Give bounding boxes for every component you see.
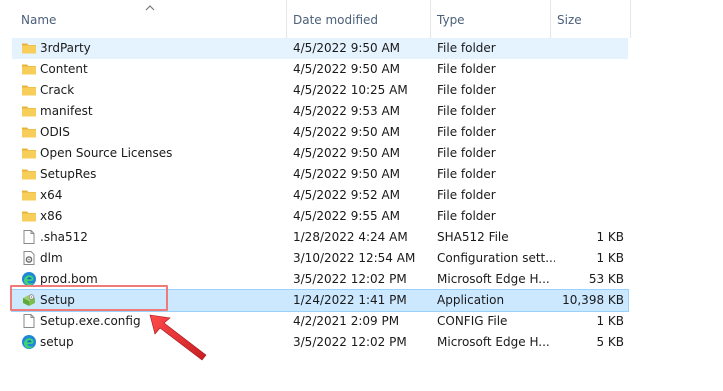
column-header-size[interactable]: Size (557, 13, 582, 27)
file-type: File folder (437, 209, 496, 223)
file-date-modified: 4/5/2022 9:50 AM (293, 125, 401, 139)
file-size (552, 206, 624, 227)
column-header-date-modified[interactable]: Date modified (293, 13, 378, 27)
column-header-bar: Name Date modified Type Size (0, 0, 723, 38)
file-type: File folder (437, 83, 496, 97)
file-name: x86 (40, 209, 63, 223)
file-size: 1 KB (596, 314, 624, 328)
file-size: 10,398 KB (562, 293, 624, 307)
file-type: Configuration sett... (437, 251, 555, 265)
file-row[interactable]: SetupRes 4/5/2022 9:50 AM File folder (12, 164, 628, 185)
annotation-arrow-icon (149, 314, 207, 361)
file-row[interactable]: .sha512 1/28/2022 4:24 AM SHA512 File 1 KB (12, 227, 628, 248)
file-date-modified: 4/5/2022 9:53 AM (293, 104, 401, 118)
file-name: x64 (40, 188, 63, 202)
folder-icon (21, 40, 37, 56)
file-name: dlm (40, 251, 63, 265)
file-size: 1 KB (596, 230, 624, 244)
file-name: Open Source Licenses (40, 146, 173, 160)
file-date-modified: 4/5/2022 10:25 AM (293, 83, 408, 97)
file-date-modified: 4/5/2022 9:50 AM (293, 62, 401, 76)
file-name: SetupRes (40, 167, 97, 181)
file-row[interactable]: x64 4/5/2022 9:52 AM File folder (12, 185, 628, 206)
file-name: .sha512 (40, 230, 88, 244)
file-type: File folder (437, 125, 496, 139)
file-row[interactable]: dlm 3/10/2022 12:54 AM Configuration sett.… (12, 248, 628, 269)
column-header-type[interactable]: Type (437, 13, 465, 27)
file-size (552, 101, 624, 122)
file-size (552, 38, 624, 59)
file-name: Content (40, 62, 88, 76)
file-type: Microsoft Edge H... (437, 272, 550, 286)
file-size (552, 185, 624, 206)
folder-icon (21, 103, 37, 119)
file-date-modified: 1/28/2022 4:24 AM (293, 230, 408, 244)
file-row[interactable]: Content 4/5/2022 9:50 AM File folder (12, 59, 628, 80)
file-date-modified: 3/5/2022 12:02 PM (293, 272, 407, 286)
file-size (552, 164, 624, 185)
file-date-modified: 4/5/2022 9:50 AM (293, 167, 401, 181)
file-date-modified: 4/5/2022 9:50 AM (293, 146, 401, 160)
file-date-modified: 3/5/2022 12:02 PM (293, 335, 407, 349)
column-divider[interactable] (550, 0, 551, 38)
folder-icon (21, 187, 37, 203)
file-row[interactable]: x86 4/5/2022 9:55 AM File folder (12, 206, 628, 227)
file-size: 1 KB (596, 251, 624, 265)
file-type: SHA512 File (437, 230, 509, 244)
file-row[interactable]: manifest 4/5/2022 9:53 AM File folder (12, 101, 628, 122)
file-row[interactable]: Crack 4/5/2022 10:25 AM File folder (12, 80, 628, 101)
column-header-name[interactable]: Name (21, 13, 56, 27)
file-date-modified: 1/24/2022 1:41 PM (293, 293, 407, 307)
file-size (552, 122, 624, 143)
column-divider[interactable] (630, 0, 631, 38)
file-row[interactable]: ODIS 4/5/2022 9:50 AM File folder (12, 122, 628, 143)
file-type: File folder (437, 146, 496, 160)
file-name: Crack (40, 83, 75, 97)
file-name: manifest (40, 104, 93, 118)
file-type: File folder (437, 188, 496, 202)
file-size: 5 KB (596, 335, 624, 349)
column-divider[interactable] (430, 0, 431, 38)
file-size (552, 59, 624, 80)
file-row[interactable]: 3rdParty 4/5/2022 9:50 AM File folder (12, 38, 628, 59)
file-type: File folder (437, 104, 496, 118)
config-file-icon (21, 250, 37, 266)
file-date-modified: 4/5/2022 9:52 AM (293, 188, 401, 202)
file-date-modified: 4/5/2022 9:50 AM (293, 41, 401, 55)
file-type: File folder (437, 167, 496, 181)
file-row[interactable]: setup 3/5/2022 12:02 PM Microsoft Edge H..… (12, 332, 628, 353)
file-date-modified: 3/10/2022 12:54 AM (293, 251, 416, 265)
document-icon (21, 313, 37, 329)
file-type: File folder (437, 41, 496, 55)
file-size: 53 KB (588, 272, 624, 286)
file-size (552, 143, 624, 164)
folder-icon (21, 124, 37, 140)
file-name: ODIS (40, 125, 70, 139)
folder-icon (21, 82, 37, 98)
folder-icon (21, 145, 37, 161)
file-type: Application (437, 293, 505, 307)
file-type: CONFIG File (437, 314, 508, 328)
file-size (552, 80, 624, 101)
file-date-modified: 4/2/2021 2:09 PM (293, 314, 400, 328)
document-icon (21, 229, 37, 245)
edge-icon (21, 334, 37, 350)
file-name: 3rdParty (40, 41, 91, 55)
column-divider[interactable] (286, 0, 287, 38)
file-row[interactable]: Setup.exe.config 4/2/2021 2:09 PM CONFIG F… (12, 311, 628, 332)
file-type: File folder (437, 62, 496, 76)
file-date-modified: 4/5/2022 9:55 AM (293, 209, 401, 223)
sort-ascending-icon[interactable] (145, 4, 155, 11)
folder-icon (21, 208, 37, 224)
folder-icon (21, 61, 37, 77)
file-type: Microsoft Edge H... (437, 335, 550, 349)
folder-icon (21, 166, 37, 182)
file-row[interactable]: Open Source Licenses 4/5/2022 9:50 AM File… (12, 143, 628, 164)
